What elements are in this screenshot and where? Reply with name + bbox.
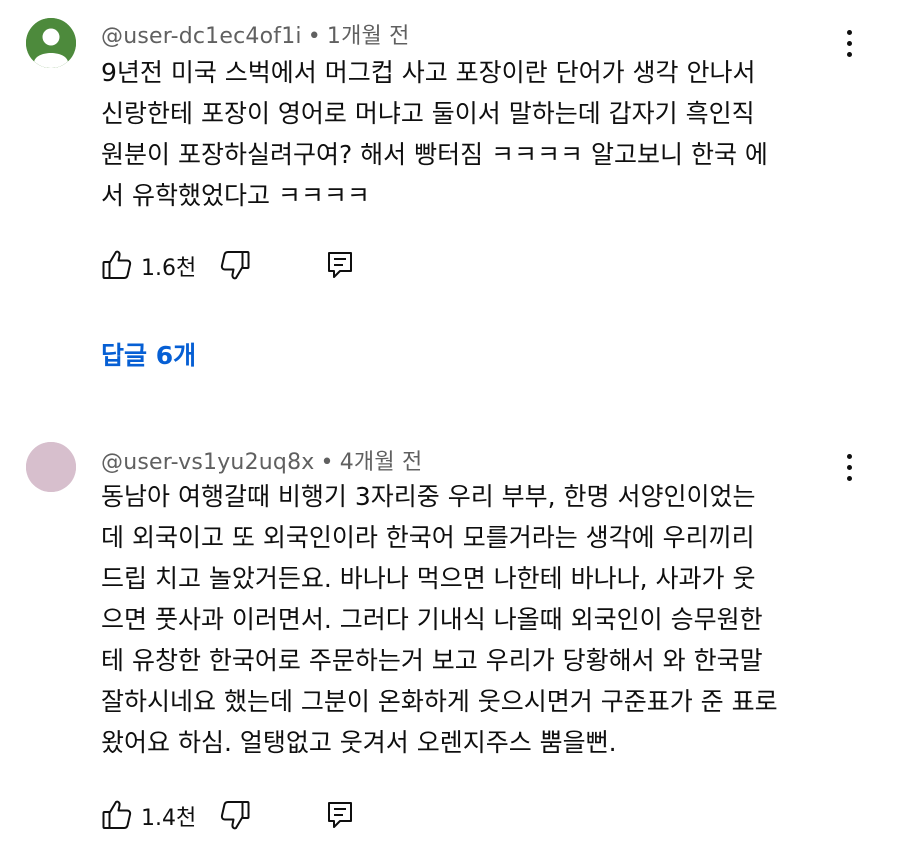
dislike-button[interactable] [219,798,251,832]
comment-line: 으면 풋사과 이러면서. 그러다 기내식 나올때 외국인이 승무원한 [101,605,763,634]
comment-time[interactable]: 1개월 전 [327,24,410,49]
avatar-placeholder-icon [26,442,76,492]
reply-comment-icon [328,252,352,278]
author-name[interactable]: @user-vs1yu2uq8x [101,450,315,475]
person-avatar-icon [26,18,76,68]
like-count: 1.4천 [141,806,197,831]
comment-text: 동남아 여행갈때 비행기 3자리중 우리 부부, 한명 서양인이었는 데 외국이… [101,476,861,763]
comment-time[interactable]: 4개월 전 [340,450,423,475]
comment-line: 왔어요 하심. 얼탱없고 웃겨서 오렌지주스 뿜을뻔. [101,728,617,757]
author-name[interactable]: @user-dc1ec4of1i [101,24,302,49]
comment-text: 9년전 미국 스벅에서 머그컵 사고 포장이란 단어가 생각 안나서 신랑한테 … [101,52,861,216]
thumb-down-icon [220,801,250,830]
reply-button[interactable] [326,800,354,830]
comment-1: @user-dc1ec4of1i • 1개월 전 9년전 미국 스벅에서 머그컵 사… [0,0,900,370]
thumb-up-icon [102,800,132,829]
comment-line: 잘하시네요 했는데 그분이 온화하게 웃으시면거 구준표가 준 표로 [101,687,778,716]
thumb-up-icon [102,250,132,279]
meta-separator: • [307,24,321,49]
like-button[interactable] [101,798,133,832]
like-count: 1.6천 [141,256,197,281]
comment-meta: @user-vs1yu2uq8x • 4개월 전 [101,444,422,476]
reply-button[interactable] [326,250,354,280]
comment-line: 테 유창한 한국어로 주문하는거 보고 우리가 당황해서 와 한국말 [101,646,763,675]
comment-line: 원분이 포장하실려구여? 해서 빵터짐 ㅋㅋㅋㅋ 알고보니 한국 에 [101,140,768,169]
dislike-button[interactable] [219,248,251,282]
like-button[interactable] [101,248,133,282]
comment-2: @user-vs1yu2uq8x • 4개월 전 동남아 여행갈때 비행기 3자리중… [0,420,900,867]
comment-line: 드립 치고 놀았거든요. 바나나 먹으면 나한테 바나나, 사과가 웃 [101,564,756,593]
comment-meta: @user-dc1ec4of1i • 1개월 전 [101,18,410,50]
reply-comment-icon [328,802,352,828]
meta-separator: • [320,450,334,475]
comment-line: 신랑한테 포장이 영어로 머냐고 둘이서 말하는데 갑자기 흑인직 [101,99,755,128]
comment-line: 서 유학했었다고 ㅋㅋㅋㅋ [101,181,370,210]
comment-line: 데 외국이고 또 외국인이라 한국어 모를거라는 생각에 우리끼리 [101,523,755,552]
comment-line: 동남아 여행갈때 비행기 3자리중 우리 부부, 한명 서양인이었는 [101,482,756,511]
avatar[interactable] [26,442,76,492]
avatar[interactable] [26,18,76,68]
view-replies-button[interactable]: 답글 6개 [101,336,196,372]
comment-line: 9년전 미국 스벅에서 머그컵 사고 포장이란 단어가 생각 안나서 [101,58,756,87]
thumb-down-icon [220,251,250,280]
